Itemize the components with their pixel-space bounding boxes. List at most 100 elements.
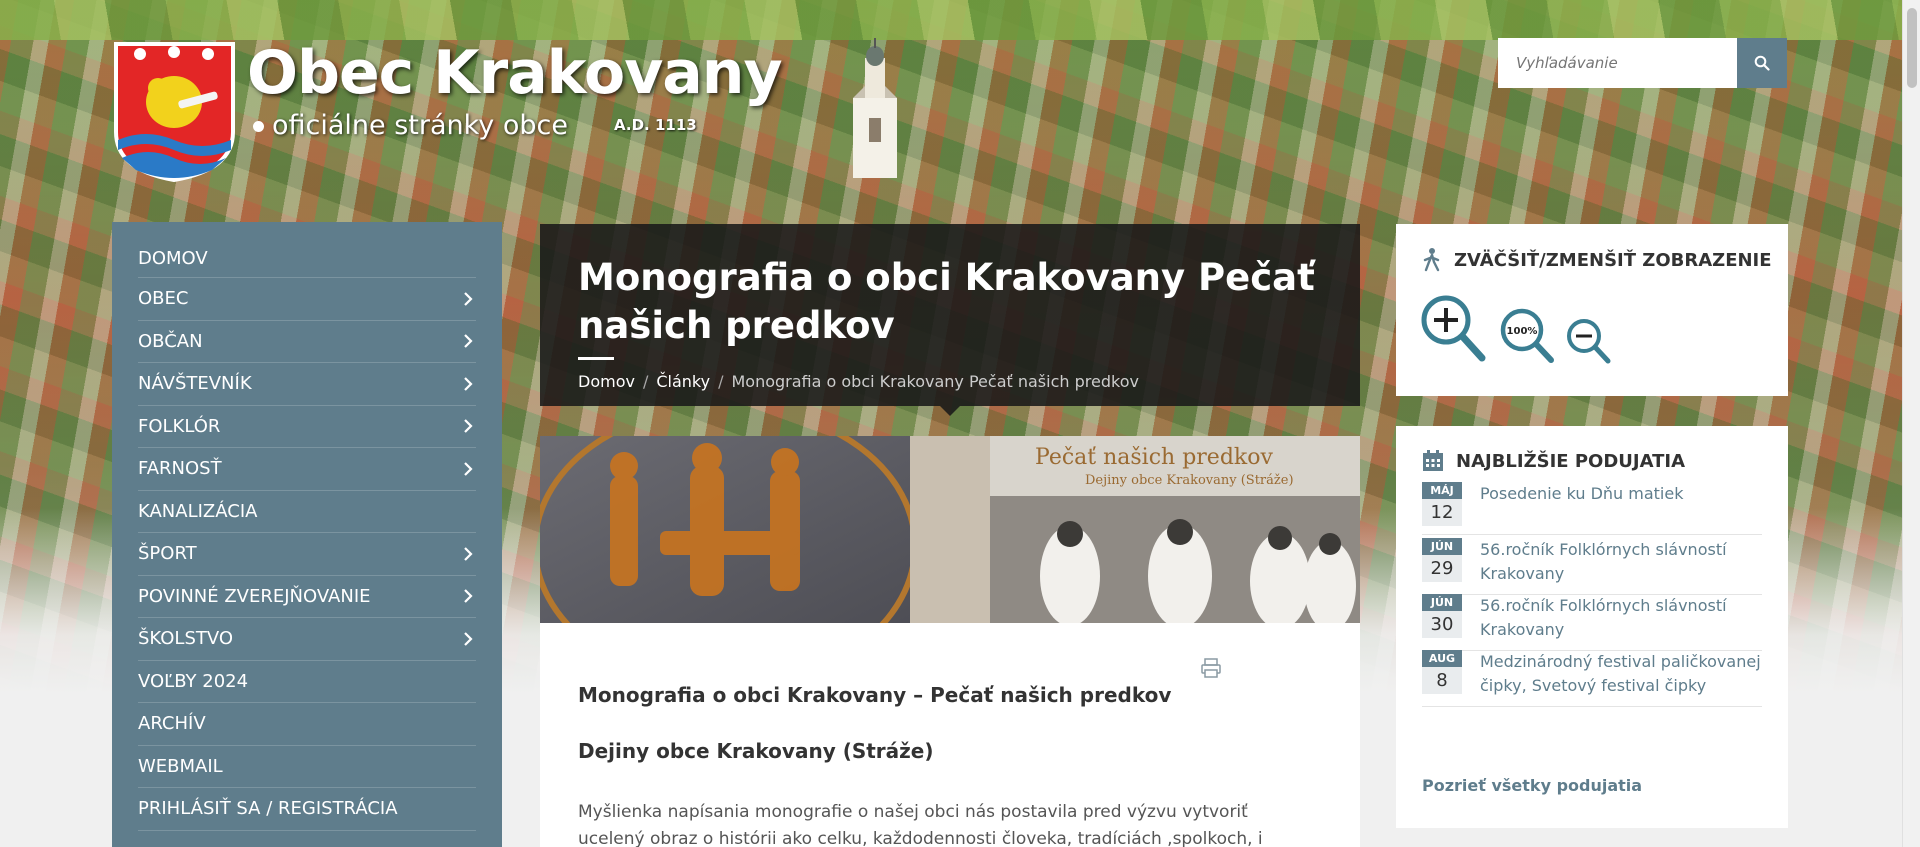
nav-item-label: POVINNÉ ZVEREJŇOVANIE <box>138 585 371 607</box>
background-fields <box>0 0 1902 40</box>
nav-item-label: KANALIZÁCIA <box>138 500 258 522</box>
event-item[interactable]: JÚN 30 56.ročník Folklórnych slávností Kra… <box>1422 594 1762 651</box>
event-day: 30 <box>1422 611 1462 638</box>
page-title: Monografia o obci Krakovany Pečať našich… <box>578 256 1315 348</box>
event-month: JÚN <box>1422 538 1462 555</box>
search-icon <box>1754 55 1770 71</box>
nav-item[interactable]: VOĽBY 2024 <box>138 661 476 703</box>
event-month: JÚN <box>1422 594 1462 611</box>
zoom-out-icon[interactable] <box>1567 319 1611 364</box>
nav-item-label: OBČAN <box>138 330 203 352</box>
nav-item[interactable]: FARNOSŤ <box>138 448 476 491</box>
chevron-right-icon[interactable] <box>460 291 476 307</box>
chevron-right-icon[interactable] <box>460 418 476 434</box>
main-navigation: DOMOV OBEC OBČAN NÁVŠTEVNÍK FOLKLÓR FARNOSŤ KA… <box>112 222 502 847</box>
event-month: AUG <box>1422 650 1462 667</box>
zoom-widget: Zväčšiť/zmenšiť zobrazenie 100% <box>1396 224 1788 396</box>
nav-item[interactable]: OBČAN <box>138 321 476 363</box>
chevron-right-icon[interactable] <box>460 588 476 604</box>
walking-person-icon <box>1423 248 1440 272</box>
nav-item-label: NÁVŠTEVNÍK <box>138 373 252 395</box>
event-date: JÚN 30 <box>1422 594 1462 642</box>
scrollbar-thumb[interactable] <box>1907 8 1917 88</box>
nav-item[interactable]: ŠPORT <box>138 533 476 576</box>
breadcrumb-separator: / <box>718 372 724 391</box>
nav-item[interactable]: ARCHÍV <box>138 703 476 746</box>
chevron-right-icon[interactable] <box>460 461 476 477</box>
site-subtitle: oficiálne stránky obce <box>253 110 568 141</box>
content-header: Monografia o obci Krakovany Pečať našich… <box>540 224 1360 416</box>
event-item[interactable]: MÁJ 12 Posedenie ku Dňu matiek <box>1422 482 1762 535</box>
bullet-dot <box>253 121 264 132</box>
article-banner-image: Pečať našich predkov Dejiny obce Krakova… <box>540 436 1360 623</box>
event-item[interactable]: AUG 8 Medzinárodný festival paličkovanej č… <box>1422 650 1762 707</box>
calendar-icon <box>1423 450 1443 471</box>
nav-item-label: ARCHÍV <box>138 713 206 735</box>
event-title[interactable]: Posedenie ku Dňu matiek <box>1480 482 1683 526</box>
nav-item[interactable]: ŠKOLSTVO <box>138 618 476 661</box>
events-widget-title-text: Najbližšie podujatia <box>1456 450 1686 472</box>
event-title[interactable]: Medzinárodný festival paličkovanej čipky… <box>1480 650 1762 698</box>
nav-item-label: OBEC <box>138 288 189 310</box>
zoom-in-icon[interactable] <box>1421 295 1486 362</box>
event-item[interactable]: JÚN 29 56.ročník Folklórnych slávností Kra… <box>1422 538 1762 595</box>
nav-item[interactable]: KANALIZÁCIA <box>138 491 476 533</box>
nav-item-label: WEBMAIL <box>138 755 223 777</box>
chevron-right-icon[interactable] <box>460 546 476 562</box>
search-button[interactable] <box>1737 38 1787 88</box>
event-month: MÁJ <box>1422 482 1462 499</box>
zoom-widget-title: Zväčšiť/zmenšiť zobrazenie <box>1422 248 1772 272</box>
banner-title: Pečať našich predkov <box>1035 445 1273 470</box>
nav-item[interactable]: PRIHLÁSIŤ SA / REGISTRÁCIA <box>138 788 476 831</box>
nav-item-label: PRIHLÁSIŤ SA / REGISTRÁCIA <box>138 798 398 820</box>
zoom-widget-title-text: Zväčšiť/zmenšiť zobrazenie <box>1454 249 1772 271</box>
nav-item-label: ŠKOLSTVO <box>138 628 234 650</box>
article-subheading: Dejiny obce Krakovany (Stráže) <box>578 739 934 763</box>
nav-item-label: ŠPORT <box>138 543 197 565</box>
title-underline <box>578 357 614 360</box>
header-notch <box>940 406 960 416</box>
chevron-right-icon[interactable] <box>460 333 476 349</box>
chevron-right-icon[interactable] <box>460 631 476 647</box>
nav-item-label: FARNOSŤ <box>138 458 222 480</box>
breadcrumb-separator: / <box>642 372 649 391</box>
coat-of-arms-logo[interactable] <box>112 40 237 182</box>
nav-item-label: DOMOV <box>138 248 208 269</box>
events-widget-title: Najbližšie podujatia <box>1422 450 1685 472</box>
nav-item-label: FOLKLÓR <box>138 415 221 437</box>
nav-item-label: VOĽBY 2024 <box>138 670 249 692</box>
event-date: JÚN 29 <box>1422 538 1462 586</box>
zoom-reset-icon[interactable]: 100% <box>1500 308 1554 363</box>
site-founding-year: A.D. 1113 <box>614 116 697 134</box>
nav-item[interactable]: POVINNÉ ZVEREJŇOVANIE <box>138 576 476 618</box>
all-events-link[interactable]: Pozrieť všetky podujatia <box>1422 776 1642 795</box>
article-body: Monografia o obci Krakovany – Pečať naši… <box>540 623 1360 847</box>
event-date: AUG 8 <box>1422 650 1462 698</box>
search-input[interactable] <box>1498 38 1738 88</box>
nav-item[interactable]: OBEC <box>138 278 476 321</box>
breadcrumb-home[interactable]: Domov <box>578 372 635 391</box>
nav-item[interactable]: DOMOV <box>138 240 476 278</box>
breadcrumb-current: Monografia o obci Krakovany Pečať našich… <box>731 372 1139 391</box>
church-illustration <box>853 38 897 178</box>
banner-subtitle: Dejiny obce Krakovany (Stráže) <box>1085 473 1294 488</box>
page-scrollbar[interactable] <box>1902 0 1920 847</box>
event-title[interactable]: 56.ročník Folklórnych slávností Krakovan… <box>1480 538 1762 586</box>
breadcrumb-articles[interactable]: Články <box>656 372 710 391</box>
event-day: 8 <box>1422 667 1462 694</box>
site-title[interactable]: Obec Krakovany <box>247 38 783 108</box>
nav-item[interactable]: NÁVŠTEVNÍK <box>138 363 476 406</box>
chevron-right-icon[interactable] <box>460 376 476 392</box>
article-paragraph: Myšlienka napísania monografie o našej o… <box>578 802 1263 847</box>
zoom-controls: 100% <box>1421 295 1611 364</box>
site-subtitle-text: oficiálne stránky obce <box>272 110 568 141</box>
nav-item[interactable]: FOLKLÓR <box>138 406 476 448</box>
breadcrumb: Domov / Články / Monografia o obci Krakovany… <box>578 372 1139 391</box>
event-day: 29 <box>1422 555 1462 582</box>
nav-item[interactable]: WEBMAIL <box>138 746 476 788</box>
print-icon[interactable] <box>1200 657 1222 679</box>
event-day: 12 <box>1422 499 1462 526</box>
event-title[interactable]: 56.ročník Folklórnych slávností Krakovan… <box>1480 594 1762 642</box>
events-widget: Najbližšie podujatia MÁJ 12 Posedenie ku D… <box>1396 426 1788 828</box>
event-date: MÁJ 12 <box>1422 482 1462 526</box>
